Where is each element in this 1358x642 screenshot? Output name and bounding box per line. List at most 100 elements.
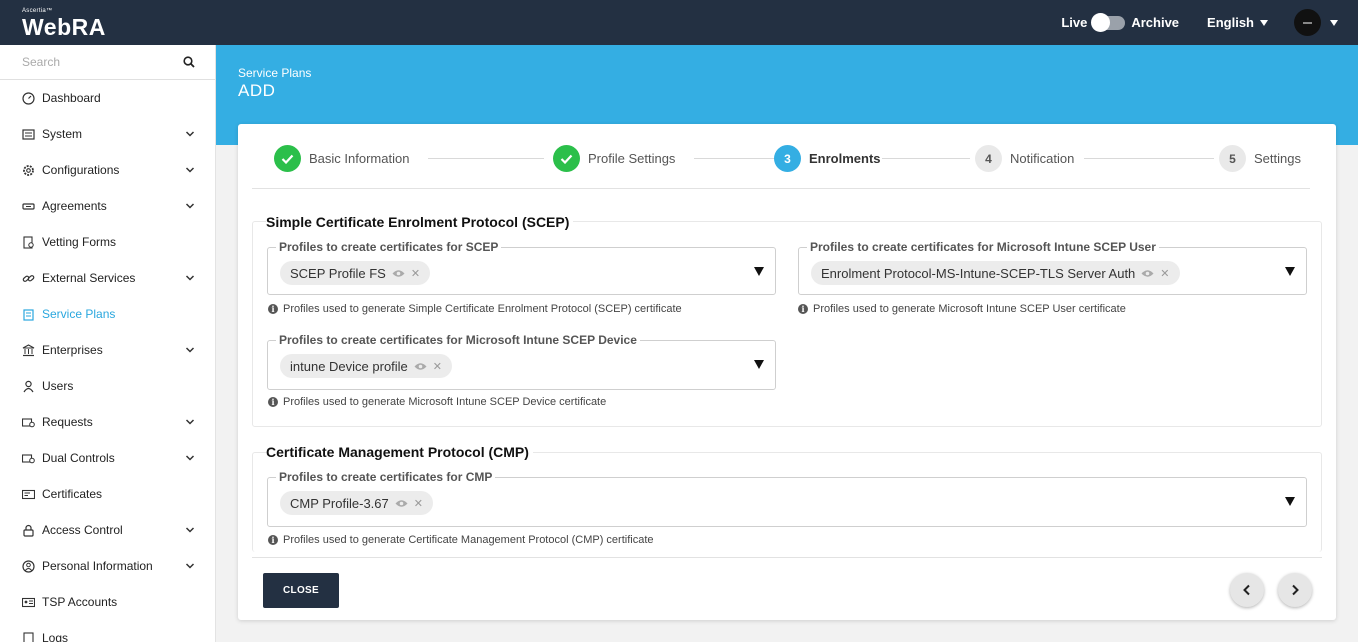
certificate-icon <box>22 488 35 501</box>
sidebar-item-configurations[interactable]: Configurations <box>0 152 215 188</box>
chevron-down-icon[interactable] <box>185 129 195 139</box>
dropdown-arrow-icon[interactable] <box>1285 497 1295 506</box>
breadcrumb[interactable]: Service Plans <box>238 66 311 80</box>
search-box[interactable]: Search <box>0 45 215 80</box>
live-archive-toggle[interactable] <box>1091 12 1126 32</box>
step-enrolments[interactable]: 3 Enrolments <box>774 145 881 172</box>
sidebar-item-users[interactable]: Users <box>0 368 215 404</box>
sidebar-item-vetting-forms[interactable]: Vetting Forms <box>0 224 215 260</box>
dropdown-arrow-icon[interactable] <box>754 360 764 369</box>
step-profile-settings[interactable]: Profile Settings <box>553 145 675 172</box>
chevron-down-icon[interactable] <box>185 273 195 283</box>
bank-icon <box>22 343 35 357</box>
sidebar-item-label: Access Control <box>42 523 123 537</box>
chevron-down-icon[interactable] <box>185 165 195 175</box>
step-settings[interactable]: 5 Settings <box>1219 145 1301 172</box>
dropdown-arrow-icon[interactable] <box>754 267 764 276</box>
gear-icon <box>22 164 35 177</box>
link-icon <box>22 272 35 285</box>
previous-step-button[interactable] <box>1230 573 1264 607</box>
step-notification[interactable]: 4 Notification <box>975 145 1074 172</box>
logo[interactable]: Ascertia™ WebRA <box>22 8 106 40</box>
step-basic-information[interactable]: Basic Information <box>274 145 409 172</box>
dropdown-arrow-icon[interactable] <box>1285 267 1295 276</box>
dashboard-icon <box>22 91 35 105</box>
sidebar-item-label: Personal Information <box>42 559 153 573</box>
field-label: Profiles to create certificates for Micr… <box>276 333 640 347</box>
field-label: Profiles to create certificates for SCEP <box>276 240 502 254</box>
chevron-down-icon[interactable] <box>185 561 195 571</box>
language-selector[interactable]: English <box>1207 15 1268 30</box>
info-icon: i <box>268 535 278 545</box>
sidebar-item-requests[interactable]: Requests <box>0 404 215 440</box>
avatar[interactable] <box>1294 9 1321 36</box>
chip-label: SCEP Profile FS <box>290 265 386 281</box>
eye-icon[interactable] <box>414 362 427 371</box>
remove-chip-icon[interactable]: ✕ <box>433 360 442 373</box>
cmp-profiles-select[interactable]: Profiles to create certificates for CMP … <box>267 470 1307 527</box>
sidebar-item-label: External Services <box>42 271 136 285</box>
sidebar-item-dual-controls[interactable]: Dual Controls <box>0 440 215 476</box>
next-step-button[interactable] <box>1278 573 1312 607</box>
step-number: 5 <box>1219 145 1246 172</box>
avatar-chevron-down-icon[interactable] <box>1330 19 1338 26</box>
stepper: Basic Information Profile Settings 3 Enr… <box>252 124 1310 189</box>
sidebar-item-system[interactable]: System <box>0 116 215 152</box>
chevron-down-icon[interactable] <box>185 453 195 463</box>
step-label: Profile Settings <box>588 151 676 166</box>
info-icon: i <box>268 397 278 407</box>
field-label: Profiles to create certificates for Micr… <box>807 240 1159 254</box>
intune-user-hint: i Profiles used to generate Microsoft In… <box>798 303 1126 315</box>
sidebar-item-enterprises[interactable]: Enterprises <box>0 332 215 368</box>
sidebar-item-logs[interactable]: Logs <box>0 620 215 642</box>
sidebar-item-external-services[interactable]: External Services <box>0 260 215 296</box>
sidebar-item-personal-information[interactable]: Personal Information <box>0 548 215 584</box>
sidebar-item-label: Dashboard <box>42 91 101 105</box>
hint-text: Profiles used to generate Microsoft Intu… <box>283 396 607 408</box>
profile-chip[interactable]: Enrolment Protocol-MS-Intune-SCEP-TLS Se… <box>811 261 1180 285</box>
live-label: Live <box>1061 15 1088 30</box>
sidebar-item-service-plans[interactable]: Service Plans <box>0 296 215 332</box>
step-label: Settings <box>1254 151 1301 166</box>
hint-text: Profiles used to generate Simple Certifi… <box>283 303 682 315</box>
chevron-down-icon[interactable] <box>185 417 195 427</box>
profile-chip[interactable]: CMP Profile-3.67 ✕ <box>280 491 433 515</box>
sidebar-item-dashboard[interactable]: Dashboard <box>0 80 215 116</box>
intune-device-profiles-select[interactable]: Profiles to create certificates for Micr… <box>267 333 776 390</box>
id-card-icon <box>22 596 35 609</box>
language-label: English <box>1207 15 1254 30</box>
remove-chip-icon[interactable]: ✕ <box>414 497 423 510</box>
chevron-down-icon[interactable] <box>185 201 195 211</box>
chevron-down-icon[interactable] <box>185 345 195 355</box>
profile-chip[interactable]: intune Device profile ✕ <box>280 354 453 378</box>
form-icon <box>22 235 35 249</box>
sidebar-item-label: Configurations <box>42 163 120 177</box>
search-input[interactable]: Search <box>22 55 60 69</box>
intune-user-profiles-select[interactable]: Profiles to create certificates for Micr… <box>798 240 1307 295</box>
hint-text: Profiles used to generate Certificate Ma… <box>283 534 654 546</box>
sidebar-item-label: Requests <box>42 415 93 429</box>
remove-chip-icon[interactable]: ✕ <box>411 267 420 280</box>
sidebar-item-certificates[interactable]: Certificates <box>0 476 215 512</box>
eye-icon[interactable] <box>395 499 408 508</box>
profile-chip[interactable]: SCEP Profile FS ✕ <box>280 261 431 285</box>
sidebar-item-agreements[interactable]: Agreements <box>0 188 215 224</box>
eye-icon[interactable] <box>1141 269 1154 278</box>
step-number: 4 <box>975 145 1002 172</box>
chip-label: Enrolment Protocol-MS-Intune-SCEP-TLS Se… <box>821 265 1136 281</box>
search-icon[interactable] <box>183 56 195 68</box>
lock-icon <box>22 524 35 537</box>
scep-profiles-select[interactable]: Profiles to create certificates for SCEP… <box>267 240 776 295</box>
user-icon <box>22 380 35 393</box>
form-card: Basic Information Profile Settings 3 Enr… <box>238 124 1336 620</box>
sidebar-item-access-control[interactable]: Access Control <box>0 512 215 548</box>
close-button[interactable]: CLOSE <box>263 573 339 608</box>
remove-chip-icon[interactable]: ✕ <box>1160 267 1169 280</box>
chip-label: CMP Profile-3.67 <box>290 495 389 511</box>
chevron-down-icon[interactable] <box>185 525 195 535</box>
eye-icon[interactable] <box>392 269 405 278</box>
intune-device-hint: i Profiles used to generate Microsoft In… <box>268 396 606 408</box>
step-label: Basic Information <box>309 151 410 166</box>
step-number: 3 <box>774 145 801 172</box>
sidebar-item-tsp-accounts[interactable]: TSP Accounts <box>0 584 215 620</box>
